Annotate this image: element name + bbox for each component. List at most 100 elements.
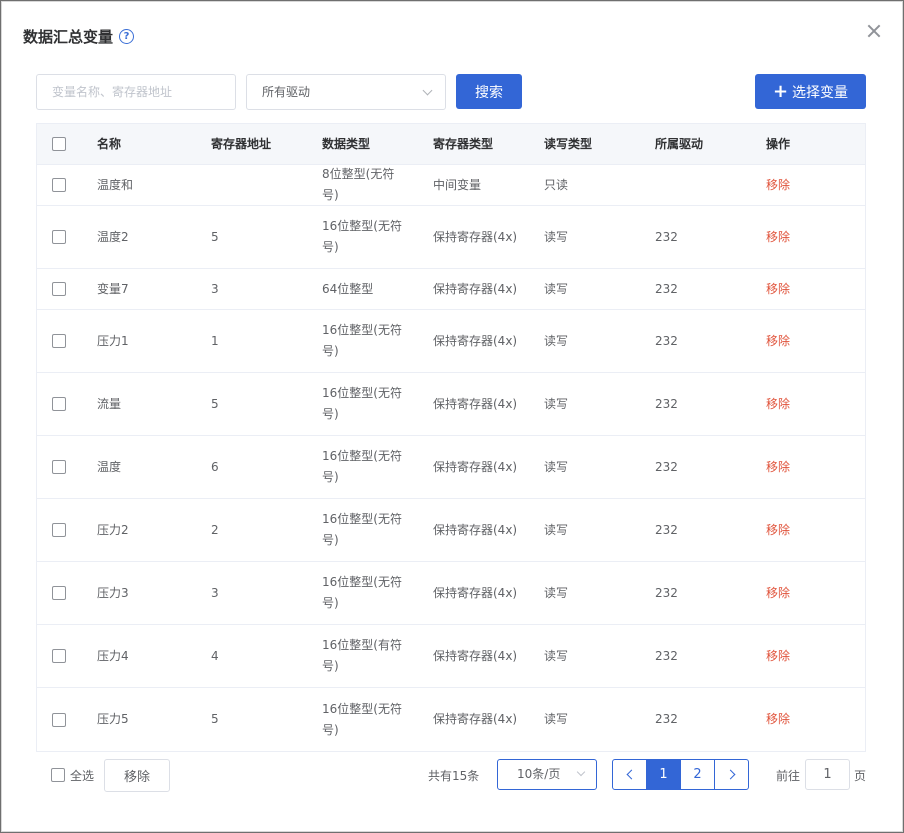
- cell-rw-type: 读写: [544, 648, 569, 663]
- header-register-address: 寄存器地址: [211, 137, 272, 151]
- cell-register-address: 5: [211, 396, 219, 411]
- cell-driver: 232: [655, 585, 678, 600]
- next-page-button[interactable]: [714, 759, 749, 790]
- row-checkbox[interactable]: [52, 178, 66, 192]
- pagination: 1 2: [612, 759, 749, 790]
- row-checkbox[interactable]: [52, 334, 66, 348]
- select-all-label[interactable]: 全选: [70, 767, 94, 784]
- driver-select[interactable]: 所有驱动: [246, 74, 446, 110]
- table-header: 名称 寄存器地址 数据类型 寄存器类型 读写类型 所属驱动 操作: [37, 124, 865, 165]
- cell-data-type: 16位整型(有符号): [322, 638, 402, 673]
- prev-page-button[interactable]: [612, 759, 647, 790]
- table-row: 温度和 8位整型(无符号) 中间变量 只读 移除: [37, 165, 865, 206]
- row-checkbox[interactable]: [52, 523, 66, 537]
- goto-label: 前往: [776, 769, 801, 783]
- chevron-left-icon: [626, 769, 636, 780]
- cell-register-type: 保持寄存器(4x): [433, 229, 518, 244]
- cell-driver: 232: [655, 281, 678, 296]
- cell-driver: 232: [655, 459, 678, 474]
- remove-link[interactable]: 移除: [766, 499, 790, 561]
- row-checkbox[interactable]: [52, 230, 66, 244]
- cell-register-address: 3: [211, 281, 219, 296]
- cell-register-address: 1: [211, 333, 219, 348]
- cell-driver: 232: [655, 333, 678, 348]
- table-row: 压力4 4 16位整型(有符号) 保持寄存器(4x) 读写 232 移除: [37, 625, 865, 688]
- remove-link[interactable]: 移除: [766, 310, 790, 372]
- cell-register-type: 保持寄存器(4x): [433, 396, 518, 411]
- row-checkbox[interactable]: [52, 649, 66, 663]
- page-button-1[interactable]: 1: [646, 759, 681, 790]
- chevron-down-icon: [422, 85, 433, 96]
- chevron-down-icon: [576, 767, 586, 777]
- batch-remove-button[interactable]: 移除: [104, 759, 170, 792]
- table-row: 压力3 3 16位整型(无符号) 保持寄存器(4x) 读写 232 移除: [37, 562, 865, 625]
- remove-link[interactable]: 移除: [766, 436, 790, 498]
- cell-name: 压力1: [97, 333, 129, 348]
- cell-register-address: 5: [211, 229, 219, 244]
- header-name: 名称: [97, 137, 122, 151]
- remove-link[interactable]: 移除: [766, 625, 790, 687]
- goto-page-input[interactable]: [805, 759, 850, 790]
- cell-data-type: 16位整型(无符号): [322, 449, 402, 484]
- remove-link[interactable]: 移除: [766, 373, 790, 435]
- close-icon[interactable]: [864, 22, 884, 42]
- header-data-type: 数据类型: [322, 137, 371, 151]
- cell-register-type: 保持寄存器(4x): [433, 585, 518, 600]
- cell-register-type: 保持寄存器(4x): [433, 333, 518, 348]
- dialog-title: 数据汇总变量 ?: [23, 26, 135, 47]
- table-row: 温度 6 16位整型(无符号) 保持寄存器(4x) 读写 232 移除: [37, 436, 865, 499]
- cell-name: 温度: [97, 459, 122, 474]
- cell-register-type: 保持寄存器(4x): [433, 459, 518, 474]
- select-variable-label: 选择变量: [792, 84, 849, 101]
- table-row: 温度2 5 16位整型(无符号) 保持寄存器(4x) 读写 232 移除: [37, 206, 865, 269]
- help-icon[interactable]: ?: [119, 29, 135, 44]
- cell-register-address: 5: [211, 712, 219, 726]
- cell-name: 压力2: [97, 522, 129, 537]
- cell-data-type: 64位整型: [322, 281, 374, 296]
- cell-register-type: 保持寄存器(4x): [433, 281, 518, 296]
- page-size-value: 10条/页: [517, 767, 561, 781]
- cell-data-type: 16位整型(无符号): [322, 219, 402, 254]
- total-count: 共有15条: [428, 769, 480, 783]
- row-checkbox[interactable]: [52, 460, 66, 474]
- remove-link[interactable]: 移除: [766, 562, 790, 624]
- cell-rw-type: 读写: [544, 396, 569, 411]
- plus-icon: +: [772, 80, 789, 102]
- cell-rw-type: 读写: [544, 229, 569, 244]
- row-checkbox[interactable]: [52, 586, 66, 600]
- row-checkbox[interactable]: [52, 712, 66, 727]
- dialog-title-text: 数据汇总变量: [23, 28, 114, 46]
- table-row: 压力5 5 16位整型(无符号) 保持寄存器(4x) 读写 232 移除: [37, 688, 865, 751]
- row-checkbox[interactable]: [52, 282, 66, 296]
- cell-rw-type: 读写: [544, 712, 569, 726]
- cell-data-type: 16位整型(无符号): [322, 575, 402, 610]
- page-size-select[interactable]: 10条/页: [497, 759, 597, 790]
- select-variable-button[interactable]: + 选择变量: [755, 74, 866, 109]
- header-operation: 操作: [766, 137, 791, 151]
- remove-link[interactable]: 移除: [766, 688, 790, 751]
- cell-driver: 232: [655, 396, 678, 411]
- page-button-2[interactable]: 2: [680, 759, 715, 790]
- remove-link[interactable]: 移除: [766, 206, 790, 268]
- remove-link[interactable]: 移除: [766, 165, 790, 205]
- select-all-checkbox[interactable]: [51, 768, 65, 782]
- table-row: 变量7 3 64位整型 保持寄存器(4x) 读写 232 移除: [37, 269, 865, 310]
- cell-name: 压力4: [97, 648, 129, 663]
- row-checkbox[interactable]: [52, 397, 66, 411]
- cell-rw-type: 读写: [544, 522, 569, 537]
- cell-register-address: 2: [211, 522, 219, 537]
- remove-link[interactable]: 移除: [766, 269, 790, 309]
- chevron-right-icon: [725, 769, 735, 780]
- table-row: 流量 5 16位整型(无符号) 保持寄存器(4x) 读写 232 移除: [37, 373, 865, 436]
- cell-register-address: 6: [211, 459, 219, 474]
- cell-name: 变量7: [97, 281, 129, 296]
- cell-driver: 232: [655, 522, 678, 537]
- search-input[interactable]: [36, 74, 236, 110]
- search-button[interactable]: 搜索: [456, 74, 522, 109]
- cell-data-type: 16位整型(无符号): [322, 323, 402, 358]
- header-rw-type: 读写类型: [544, 137, 593, 151]
- cell-rw-type: 读写: [544, 585, 569, 600]
- cell-register-address: 3: [211, 585, 219, 600]
- header-checkbox[interactable]: [52, 137, 66, 151]
- cell-driver: 232: [655, 712, 678, 726]
